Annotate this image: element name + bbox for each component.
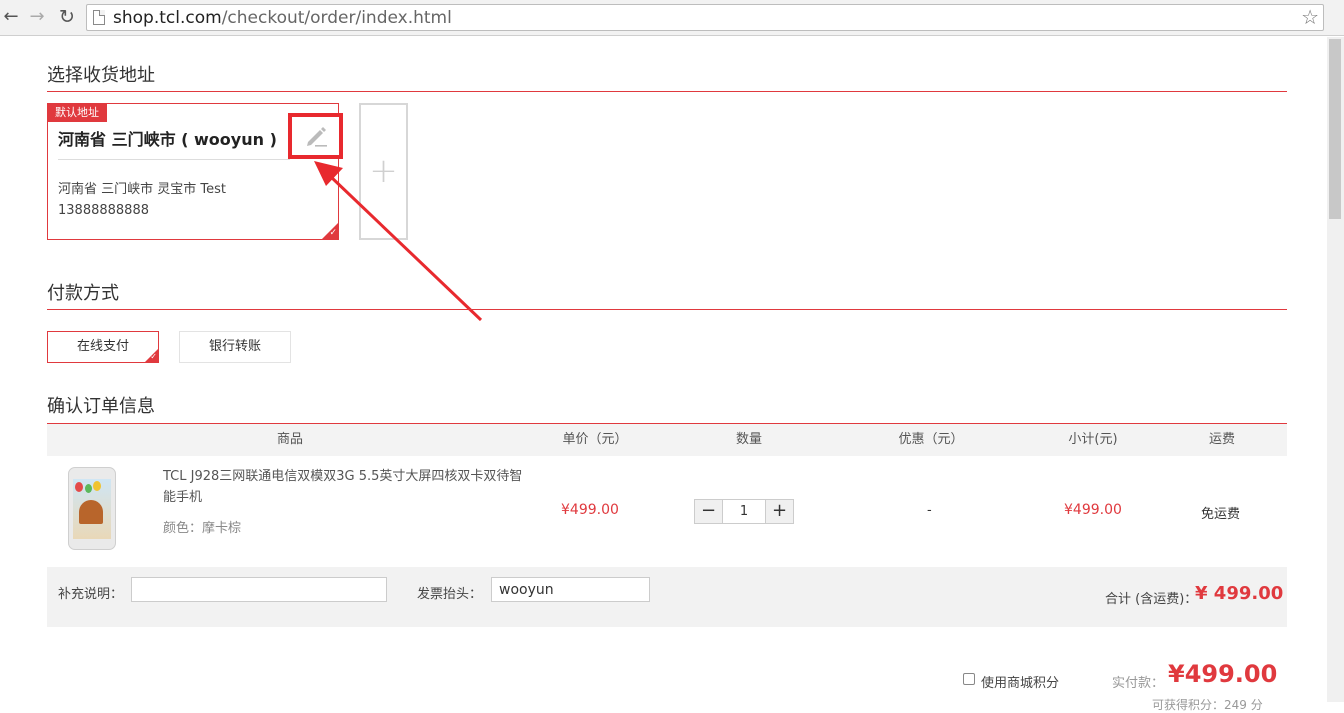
url-text[interactable]: shop.tcl.com/checkout/order/index.html xyxy=(113,8,452,28)
column-header-shipping: 运费 xyxy=(1208,432,1235,447)
reload-icon[interactable]: ↻ xyxy=(56,6,78,28)
discount-value: - xyxy=(927,503,932,518)
column-header-quantity: 数量 xyxy=(735,432,762,447)
divider xyxy=(47,309,1287,310)
total-value: ¥ 499.00 xyxy=(1195,583,1284,604)
balloon-yellow xyxy=(93,481,101,491)
pencil-icon xyxy=(307,127,327,147)
points-earned-text: 可获得积分：249 分 xyxy=(1152,698,1263,712)
column-header-discount: 优惠（元） xyxy=(898,432,964,447)
balloon-green xyxy=(85,484,92,493)
quantity-increase-button[interactable]: + xyxy=(765,500,793,523)
table-header: 商品 单价（元） 数量 优惠（元） 小计(元) 运费 xyxy=(47,424,1287,456)
remark-label: 补充说明： xyxy=(58,587,124,602)
address-detail: 河南省 三门峡市 灵宝市 Test xyxy=(58,182,226,197)
address-card-title: 河南省 三门峡市 ( wooyun ) xyxy=(58,130,277,149)
shipping-value: 免运费 xyxy=(1201,507,1241,522)
url-path: /checkout/order/index.html xyxy=(221,8,452,28)
payment-option-online[interactable]: 在线支付 ✓ xyxy=(47,331,159,363)
remark-input[interactable] xyxy=(131,577,387,602)
address-bar[interactable]: shop.tcl.com/checkout/order/index.html ☆ xyxy=(86,4,1324,31)
page-icon xyxy=(93,10,105,25)
divider xyxy=(58,159,290,160)
quantity-stepper: − + xyxy=(694,499,794,524)
edit-address-button[interactable] xyxy=(288,113,343,159)
back-arrow-icon[interactable]: ← xyxy=(0,6,22,28)
product-color: 颜色：摩卡棕 xyxy=(163,521,242,536)
order-remark-bar: 补充说明： 发票抬头： 合计 (含运费)： ¥ 499.00 xyxy=(47,567,1287,627)
bookmark-star-icon[interactable]: ☆ xyxy=(1301,5,1319,30)
invoice-title-label: 发票抬头： xyxy=(417,587,483,602)
checkmark-icon: ✓ xyxy=(329,228,337,238)
total-label: 合计 (含运费)： xyxy=(1105,592,1198,607)
column-header-subtotal: 小计(元) xyxy=(1068,432,1118,447)
dome-graphic xyxy=(79,500,103,524)
forward-arrow-icon[interactable]: → xyxy=(26,6,48,28)
actual-pay-label: 实付款： xyxy=(1112,676,1165,691)
product-image[interactable] xyxy=(68,467,116,550)
invoice-title-input[interactable] xyxy=(491,577,650,602)
quantity-decrease-button[interactable]: − xyxy=(695,500,723,523)
scrollbar[interactable] xyxy=(1327,37,1344,702)
address-section-title: 选择收货地址 xyxy=(47,65,155,86)
plus-icon: + xyxy=(369,151,398,191)
divider xyxy=(47,91,1287,92)
product-name[interactable]: TCL J928三网联通电信双模双3G 5.5英寸大屏四核双卡双待智能手机 xyxy=(163,466,523,508)
checkmark-icon: ✓ xyxy=(150,352,157,361)
address-card[interactable]: 默认地址 河南省 三门峡市 ( wooyun ) 河南省 三门峡市 灵宝市 Te… xyxy=(47,103,343,240)
default-address-badge: 默认地址 xyxy=(47,103,107,122)
payment-option-bank-transfer[interactable]: 银行转账 xyxy=(179,331,291,363)
use-points-label[interactable]: 使用商城积分 xyxy=(981,672,1059,691)
subtotal-value: ¥499.00 xyxy=(1064,502,1122,518)
use-points-checkbox[interactable] xyxy=(963,673,975,685)
order-section-title: 确认订单信息 xyxy=(47,396,155,417)
url-host: shop.tcl.com xyxy=(113,8,222,28)
scrollbar-thumb[interactable] xyxy=(1329,39,1341,219)
unit-price: ¥499.00 xyxy=(561,502,619,518)
address-phone: 13888888888 xyxy=(58,203,149,218)
column-header-product: 商品 xyxy=(276,432,303,447)
payment-option-label: 在线支付 xyxy=(76,339,129,354)
browser-toolbar: ← → ↻ shop.tcl.com/checkout/order/index.… xyxy=(0,0,1344,36)
payment-section-title: 付款方式 xyxy=(47,283,119,304)
column-header-unit-price: 单价（元） xyxy=(562,432,628,447)
actual-pay-value: ¥499.00 xyxy=(1168,660,1278,688)
add-address-button[interactable]: + xyxy=(359,103,408,240)
quantity-input[interactable] xyxy=(724,500,764,523)
payment-option-label: 银行转账 xyxy=(208,339,261,354)
balloon-red xyxy=(75,482,83,492)
